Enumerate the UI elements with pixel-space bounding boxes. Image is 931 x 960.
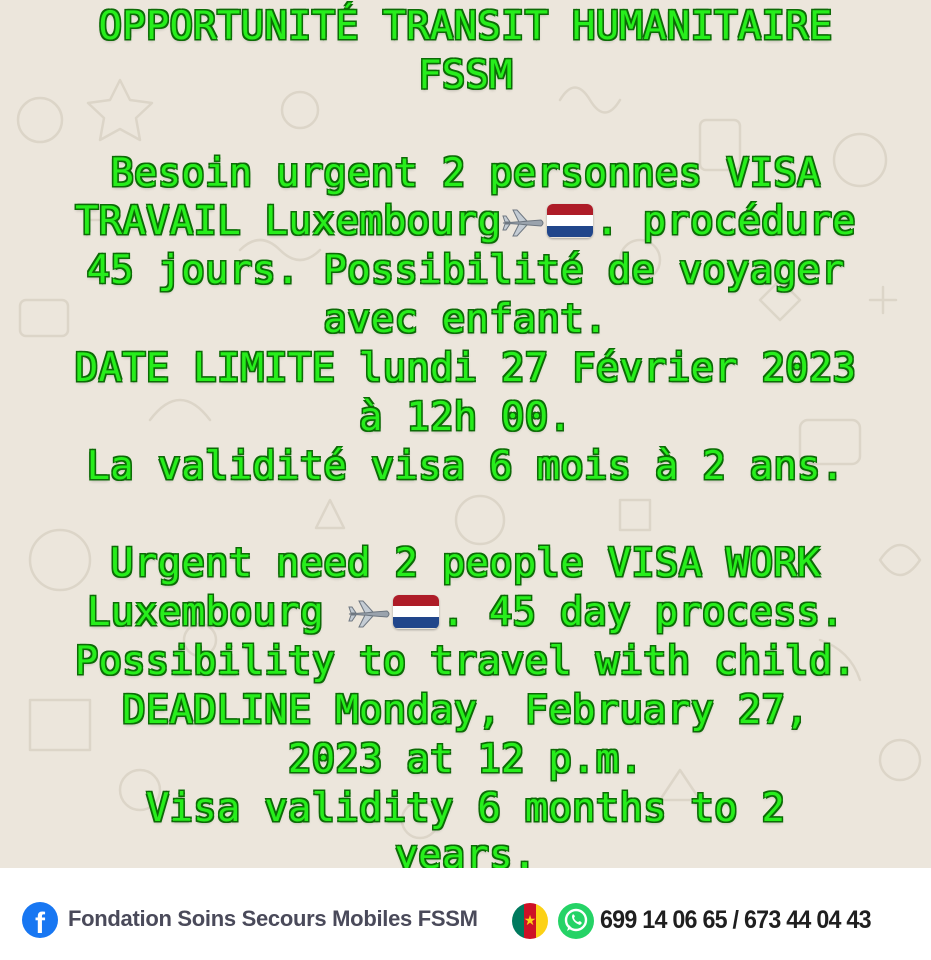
fr-line-6: à 12h 00.: [358, 395, 573, 440]
cameroon-flag-icon: ★: [512, 903, 548, 939]
netherlands-flag-icon: [393, 594, 440, 629]
fr-line-3: 45 jours. Possibilité de voyager: [86, 248, 845, 293]
poster-title-line-1: OPPORTUNITÉ TRANSIT HUMANITAIRE: [98, 4, 833, 49]
netherlands-flag-icon: [547, 203, 594, 238]
en-line-6: Visa validity 6 months to 2: [145, 786, 786, 831]
en-line-5: 2023 at 12 p.m.: [287, 737, 644, 782]
fr-line-5: DATE LIMITE lundi 27 Février 2023: [74, 346, 857, 391]
fr-line-7: La validité visa 6 mois à 2 ans.: [86, 444, 845, 489]
fr-line-2-text-b: . procédure: [595, 199, 856, 244]
airplane-icon: [501, 204, 545, 238]
phone-numbers: 699 14 06 65 / 673 44 04 43: [600, 906, 872, 934]
en-line-1: Urgent need 2 people VISA WORK: [110, 541, 821, 586]
en-line-2-text-b: . 45 day process.: [441, 590, 845, 635]
contact-footer: f Fondation Soins Secours Mobiles FSSM ★…: [0, 868, 931, 960]
fr-line-1: Besoin urgent 2 personnes VISA: [110, 151, 821, 196]
en-line-3: Possibility to travel with child.: [74, 639, 857, 684]
poster-title-line-2: FSSM: [418, 53, 513, 98]
en-line-4: DEADLINE Monday, February 27,: [122, 688, 809, 733]
whatsapp-icon: [558, 903, 594, 939]
en-line-2: Luxembourg . 45 day process.: [0, 589, 931, 637]
fr-line-4: avec enfant.: [323, 297, 608, 342]
facebook-icon: f: [22, 902, 58, 938]
fr-line-2: TRAVAIL Luxembourg . procédure: [0, 198, 931, 246]
organization-name: Fondation Soins Secours Mobiles FSSM: [68, 906, 478, 931]
en-line-2-text-a: Luxembourg: [86, 590, 348, 635]
airplane-icon: [347, 595, 391, 629]
en-line-7: years.: [394, 833, 537, 868]
fr-line-2-text-a: TRAVAIL Luxembourg: [75, 199, 502, 244]
poster: OPPORTUNITÉ TRANSIT HUMANITAIRE FSSM Bes…: [0, 0, 931, 868]
